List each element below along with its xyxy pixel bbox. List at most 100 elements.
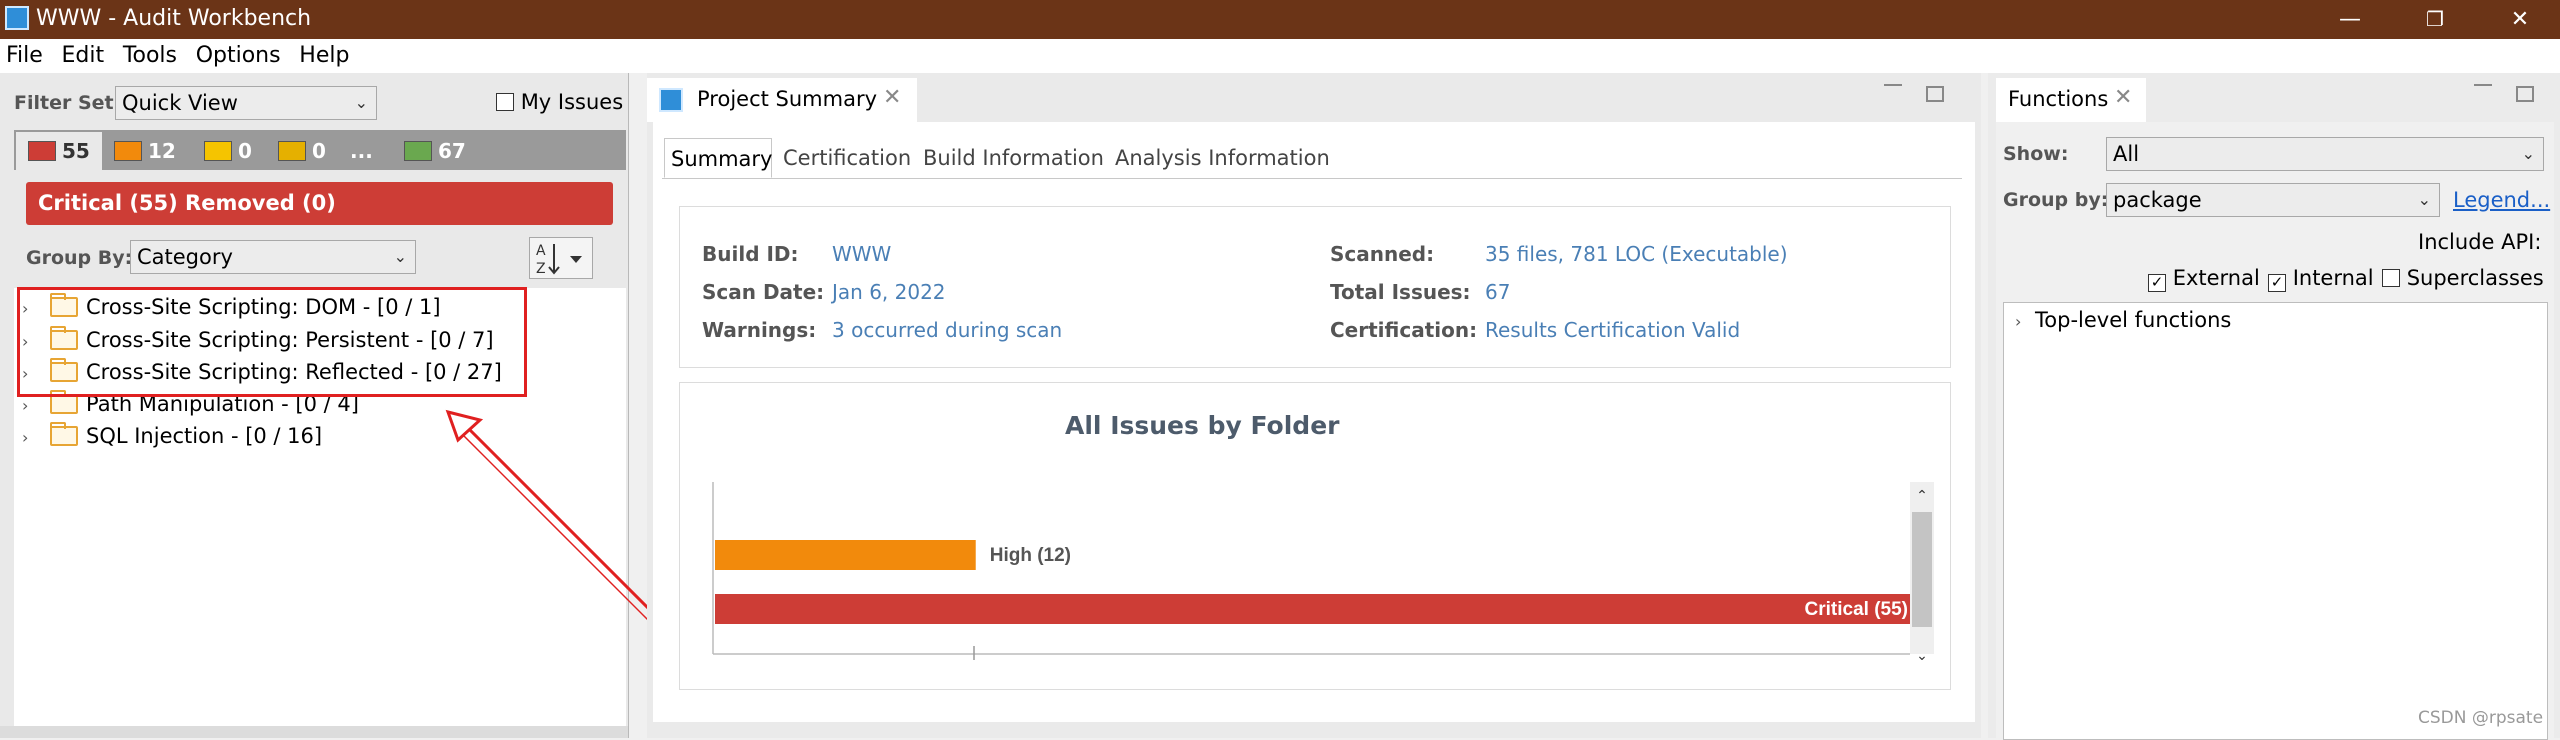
tab-high-count: 12 [148,139,176,163]
show-select[interactable]: All ⌄ [2106,137,2544,171]
bar-high[interactable] [715,540,976,570]
internal-checkbox[interactable]: ✓ Internal [2268,266,2374,292]
high-color-icon [114,141,142,161]
restore-button[interactable]: ❐ [2395,0,2475,39]
bar-label-high: High (12) [990,545,1071,566]
scroll-down-icon: ⌄ [1916,648,1928,664]
tab-functions[interactable]: Functions ✕ [1996,78,2146,122]
checkbox-icon [2382,269,2400,287]
menu-help[interactable]: Help [299,39,349,73]
build-id-label: Build ID: [702,242,799,266]
tab-low-count: 0 [312,139,326,163]
checkmark-icon: ✓ [2268,274,2286,292]
horizontal-scrollbar[interactable] [0,726,628,738]
warnings-value[interactable]: 3 occurred during scan [832,318,1062,342]
checkbox-icon [496,93,514,111]
watermark: CSDN @rpsate [2418,708,2544,728]
tree-item-top-level-functions[interactable]: › Top-level functions [2015,305,2231,335]
menu-edit[interactable]: Edit [62,39,105,73]
sort-button[interactable]: A Z [529,237,593,279]
minimize-view-icon[interactable] [2474,84,2492,86]
bar-critical[interactable] [715,594,1910,624]
scan-date-value: Jan 6, 2022 [832,280,946,304]
chart-title: All Issues by Folder [1065,411,1340,440]
tab-all[interactable]: 67 [404,132,482,170]
scanned-value: 35 files, 781 LOC (Executable) [1485,242,1788,266]
certification-label: Certification: [1330,318,1478,342]
tab-high[interactable]: 12 [114,132,194,170]
svg-text:A: A [536,243,546,259]
minimize-button[interactable]: — [2310,0,2390,39]
tree-item[interactable]: › SQL Injection - [0 / 16] [22,421,322,451]
title-bar: WWW - Audit Workbench — ❐ ✕ [0,0,2560,39]
critical-color-icon [28,141,56,161]
tab-functions-label: Functions [2008,87,2109,111]
bar-label-critical: Critical (55) [1805,599,1908,620]
menu-tools[interactable]: Tools [123,39,177,73]
minimize-view-icon[interactable] [1884,84,1902,86]
menu-options[interactable]: Options [196,39,281,73]
show-label: Show: [2003,143,2069,165]
superclasses-label: Superclasses [2406,266,2544,290]
subtab-divider [662,178,1962,179]
my-issues-label: My Issues [520,90,624,114]
group-by-fn-value: package [2113,188,2202,212]
tab-medium[interactable]: 0 [204,132,264,170]
tree-item-label: Top-level functions [2035,308,2232,332]
menu-file[interactable]: File [6,39,43,73]
filter-set-select[interactable]: Quick View ⌄ [115,86,377,120]
maximize-view-icon[interactable] [2516,86,2534,102]
scanned-label: Scanned: [1330,242,1435,266]
highlight-box [17,287,527,397]
tab-all-count: 67 [438,139,466,163]
group-by-select[interactable]: Category ⌄ [130,240,416,274]
tree-item-label: SQL Injection - [0 / 16] [86,424,323,448]
close-icon[interactable]: ✕ [883,85,901,110]
chevron-down-icon: ⌄ [354,93,368,112]
scan-date-label: Scan Date: [702,280,825,304]
functions-tree [2003,302,2548,740]
total-issues-label: Total Issues: [1330,280,1471,304]
checkmark-icon: ✓ [2148,274,2166,292]
chevron-down-icon: ⌄ [2417,190,2431,209]
subtab-build-information[interactable]: Build Information [923,138,1104,178]
include-api-label: Include API: [2418,230,2542,254]
critical-summary-bar: Critical (55) Removed (0) [26,182,613,225]
subtab-analysis-information[interactable]: Analysis Information [1115,138,1330,178]
group-by-value: Category [137,245,233,269]
total-issues-value: 67 [1485,280,1511,304]
tab-project-summary-label: Project Summary [697,87,878,111]
my-issues-checkbox[interactable]: My Issues [496,90,623,114]
scroll-up-icon: ⌃ [1916,488,1928,504]
chart-scrollbar-thumb [1912,512,1932,627]
chevron-right-icon: › [2015,312,2022,331]
all-color-icon [404,141,432,161]
show-value: All [2113,142,2140,166]
filter-set-value: Quick View [122,91,238,115]
maximize-view-icon[interactable] [1926,86,1944,102]
external-checkbox[interactable]: ✓ External [2148,266,2260,292]
close-button[interactable]: ✕ [2480,0,2560,39]
app-icon [5,6,29,30]
close-icon[interactable]: ✕ [2114,85,2132,110]
menu-bar: File Edit Tools Options Help [0,39,2560,73]
filter-set-label: Filter Set: [14,92,122,114]
certification-value[interactable]: Results Certification Valid [1485,318,1740,342]
subtab-certification[interactable]: Certification [783,138,911,178]
tab-low[interactable]: 0 [278,132,338,170]
chevron-down-icon: ⌄ [2521,144,2535,163]
tab-critical[interactable]: 55 [16,132,102,170]
issues-bar-chart: High (12) Critical (55) ⌃ ⌄ [712,482,1934,664]
tab-project-summary[interactable]: Project Summary ✕ [647,78,917,122]
subtab-summary[interactable]: Summary [664,138,772,178]
group-by-fn-label: Group by: [2003,189,2109,211]
low-color-icon [278,141,306,161]
build-id-value: WWW [832,242,892,266]
legend-link[interactable]: Legend... [2453,188,2550,212]
superclasses-checkbox[interactable]: Superclasses [2382,266,2544,290]
group-by-fn-select[interactable]: package ⌄ [2106,183,2440,217]
folder-icon [50,390,78,414]
tab-more[interactable]: ... [350,132,386,170]
chevron-right-icon: › [22,428,29,447]
summary-icon [659,88,683,112]
